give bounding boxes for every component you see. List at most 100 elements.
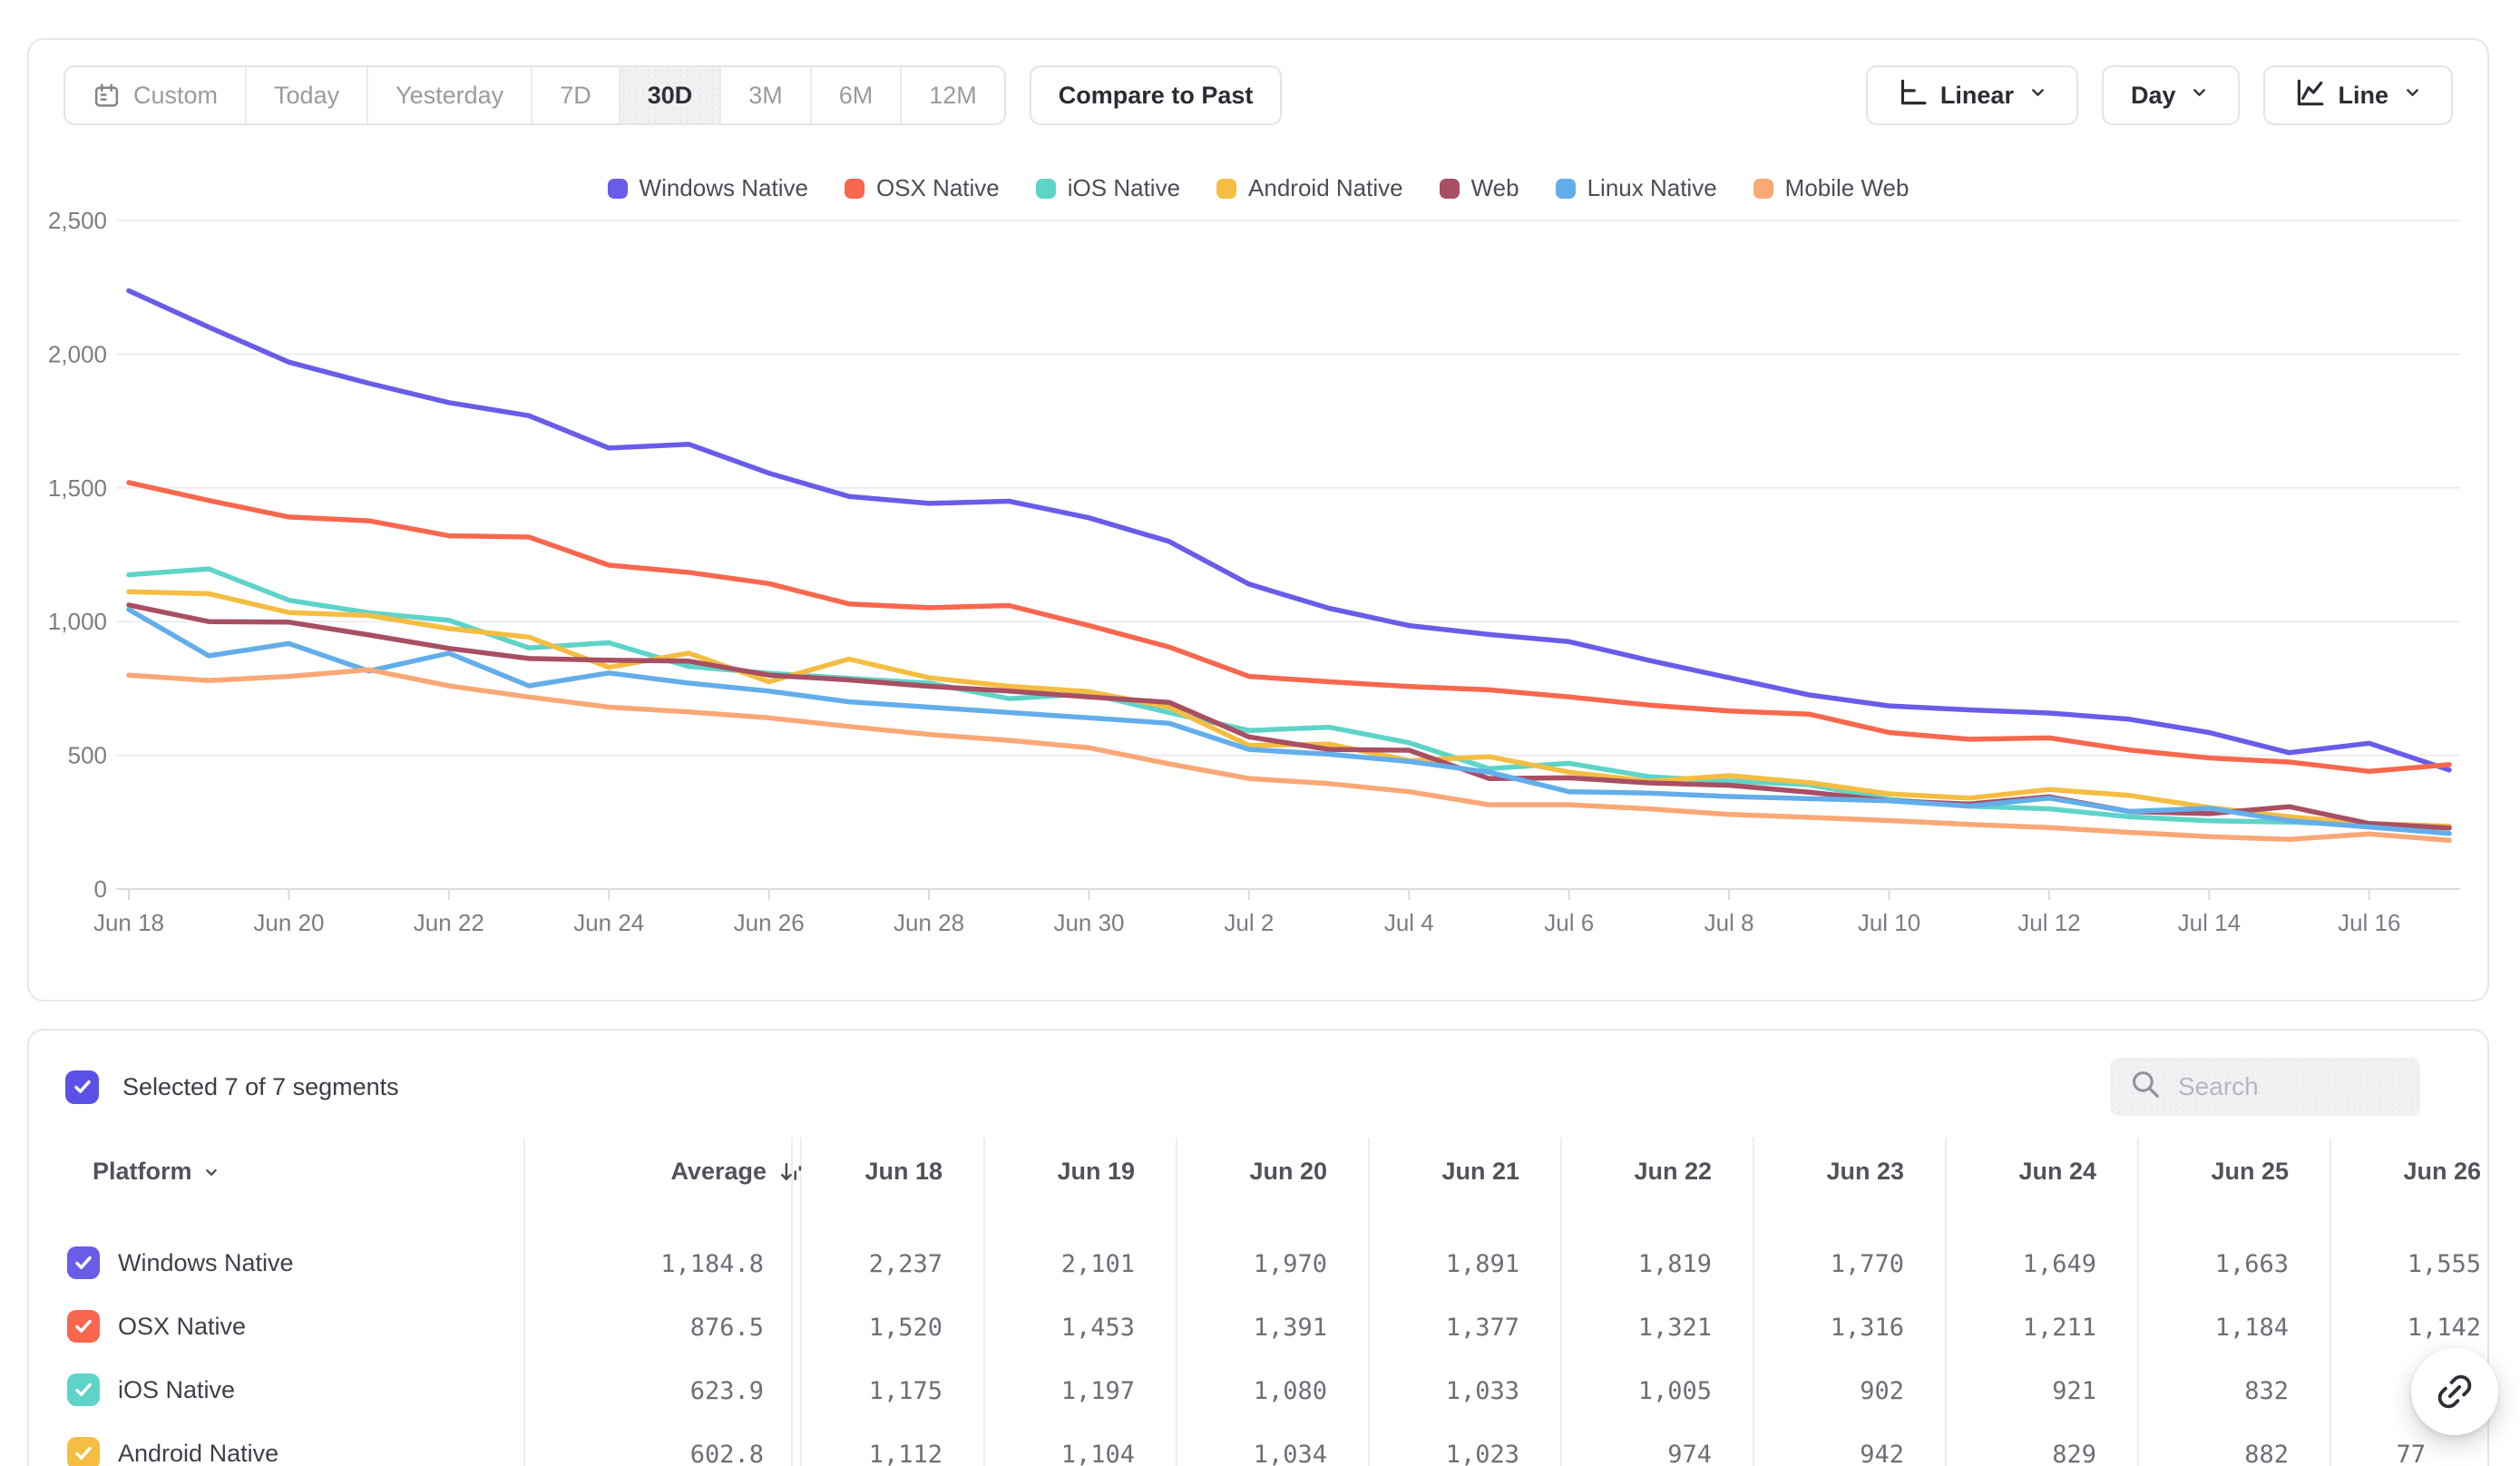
platform-name[interactable]: Windows Native xyxy=(118,1249,294,1277)
segments-table: PlatformAverageJun 18Jun 19Jun 20Jun 21J… xyxy=(29,1138,2487,1466)
row-checkbox-windows-native[interactable] xyxy=(67,1246,100,1279)
column-divider xyxy=(800,1138,802,1466)
x-axis-label: Jun 22 xyxy=(414,909,484,936)
date-value: 1,197 xyxy=(1061,1377,1135,1405)
date-column-header: Jun 25 xyxy=(2211,1158,2289,1186)
date-value: 1,663 xyxy=(2215,1250,2289,1278)
column-divider xyxy=(523,1138,525,1466)
row-checkbox-android-native[interactable] xyxy=(67,1437,100,1466)
series-line-android-native[interactable] xyxy=(129,591,2449,826)
date-column-header: Jun 21 xyxy=(1441,1158,1519,1186)
average-value: 1,184.8 xyxy=(660,1250,764,1278)
date-value: 1,970 xyxy=(1254,1250,1327,1278)
date-value: 77 xyxy=(2396,1441,2426,1466)
x-axis-label: Jul 6 xyxy=(1544,909,1594,936)
search-icon xyxy=(2130,1069,2162,1100)
column-divider xyxy=(983,1138,985,1466)
search-input[interactable]: Search xyxy=(2110,1058,2420,1116)
x-axis-label: Jul 14 xyxy=(2178,909,2241,936)
date-value: 832 xyxy=(2244,1377,2289,1405)
date-column-header: Jun 22 xyxy=(1634,1158,1712,1186)
analytics-dashboard: CustomTodayYesterday7D30D3M6M12M Compare… xyxy=(0,0,2520,1466)
select-all-checkbox[interactable] xyxy=(65,1070,99,1104)
x-axis-label: Jun 30 xyxy=(1053,909,1124,936)
x-axis-label: Jun 20 xyxy=(253,909,324,936)
average-value: 623.9 xyxy=(690,1377,764,1405)
column-divider xyxy=(1176,1138,1177,1466)
date-value: 1,005 xyxy=(1638,1377,1712,1405)
date-value: 1,033 xyxy=(1446,1377,1519,1405)
date-value: 2,237 xyxy=(869,1250,943,1278)
line-chart[interactable]: 0 500 1,000 1,500 2,000 2,500 Jun 18 Jun 20 Jun … xyxy=(29,40,2487,943)
date-value: 1,453 xyxy=(1061,1314,1135,1342)
date-value: 1,034 xyxy=(1254,1441,1327,1466)
y-axis-label: 2,000 xyxy=(48,340,107,367)
column-divider xyxy=(1753,1138,1754,1466)
series-line-windows-native[interactable] xyxy=(129,291,2449,770)
segments-panel: Selected 7 of 7 segments Search Platform… xyxy=(27,1029,2489,1466)
date-value: 829 xyxy=(2052,1441,2096,1466)
date-value: 882 xyxy=(2244,1441,2289,1466)
date-value: 1,649 xyxy=(2023,1250,2096,1278)
y-axis-label: 0 xyxy=(94,875,107,903)
date-column-header: Jun 26 xyxy=(2403,1158,2481,1186)
search-placeholder: Search xyxy=(2178,1072,2259,1101)
search-icon xyxy=(2130,1069,2162,1105)
x-axis-label: Jun 26 xyxy=(734,909,805,936)
platform-name[interactable]: Android Native xyxy=(118,1440,278,1466)
share-link-button[interactable] xyxy=(2411,1348,2498,1435)
date-value: 1,377 xyxy=(1446,1314,1519,1342)
platform-header-label: Platform xyxy=(93,1158,192,1186)
segments-header-row: Selected 7 of 7 segments Search xyxy=(65,1058,2451,1116)
y-axis-label: 500 xyxy=(68,742,107,769)
average-header-label: Average xyxy=(670,1158,767,1186)
column-divider xyxy=(1945,1138,1947,1466)
date-value: 942 xyxy=(1860,1441,1904,1466)
date-value: 1,321 xyxy=(1638,1314,1712,1342)
x-axis-label: Jun 24 xyxy=(573,909,644,936)
date-value: 1,770 xyxy=(1831,1250,1904,1278)
x-axis-label: Jun 18 xyxy=(93,909,164,936)
column-divider xyxy=(1368,1138,1370,1466)
date-value: 1,391 xyxy=(1254,1314,1327,1342)
x-axis-label: Jul 4 xyxy=(1384,909,1434,936)
series-line-ios-native[interactable] xyxy=(129,569,2449,827)
x-axis-label: Jul 10 xyxy=(1858,909,1920,936)
x-axis-label: Jul 12 xyxy=(2017,909,2080,936)
y-axis-label: 2,500 xyxy=(48,207,107,234)
x-axis-label: Jul 8 xyxy=(1704,909,1754,936)
date-value: 1,175 xyxy=(869,1377,943,1405)
date-value: 974 xyxy=(1667,1441,1712,1466)
date-value: 1,211 xyxy=(2023,1314,2096,1342)
platform-column-header[interactable]: Platform xyxy=(93,1158,221,1186)
x-axis-label: Jul 2 xyxy=(1224,909,1274,936)
average-column-header[interactable]: Average xyxy=(670,1158,804,1186)
row-checkbox-ios-native[interactable] xyxy=(67,1373,100,1406)
check-icon xyxy=(72,1442,95,1465)
date-value: 902 xyxy=(1860,1377,1904,1405)
column-divider xyxy=(2137,1138,2139,1466)
check-icon xyxy=(71,1075,94,1099)
date-value: 921 xyxy=(2052,1377,2096,1405)
y-axis-label: 1,500 xyxy=(48,474,107,502)
row-checkbox-osx-native[interactable] xyxy=(67,1310,100,1343)
date-value: 1,023 xyxy=(1446,1441,1519,1466)
date-value: 2,101 xyxy=(1061,1250,1135,1278)
sort-descending-icon xyxy=(776,1158,804,1186)
y-axis-label: 1,000 xyxy=(48,608,107,635)
chevron-down-icon xyxy=(201,1162,221,1182)
column-divider xyxy=(1560,1138,1562,1466)
date-column-header: Jun 20 xyxy=(1249,1158,1327,1186)
check-icon xyxy=(72,1378,95,1402)
column-divider xyxy=(791,1138,793,1466)
date-value: 1,891 xyxy=(1446,1250,1519,1278)
platform-name[interactable]: iOS Native xyxy=(118,1376,235,1404)
date-value: 1,555 xyxy=(2408,1250,2481,1278)
date-column-header: Jun 23 xyxy=(1826,1158,1904,1186)
date-value: 1,112 xyxy=(869,1441,943,1466)
x-axis-label: Jul 16 xyxy=(2338,909,2400,936)
platform-name[interactable]: OSX Native xyxy=(118,1313,246,1341)
series-line-linux-native[interactable] xyxy=(129,610,2449,834)
chart-panel: CustomTodayYesterday7D30D3M6M12M Compare… xyxy=(27,38,2489,1002)
column-divider xyxy=(2330,1138,2331,1466)
